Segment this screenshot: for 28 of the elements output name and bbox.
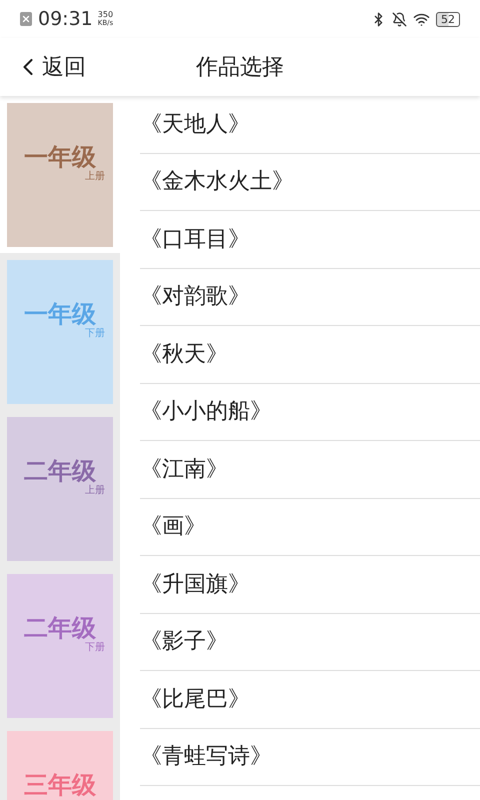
cover-title: 二年级 xyxy=(24,614,96,642)
cover-title: 一年级 xyxy=(24,143,96,171)
work-item[interactable]: 《比尾巴》 xyxy=(140,671,480,728)
work-item[interactable]: 《影子》 xyxy=(140,614,480,671)
clock: 09:31 xyxy=(38,6,93,32)
work-item[interactable]: 《江南》 xyxy=(140,441,480,498)
cover-volume: 上册 xyxy=(85,485,105,497)
work-item[interactable]: 《画》 xyxy=(140,498,480,556)
cover-volume: 下册 xyxy=(85,642,105,654)
work-item[interactable]: 《秋天》 xyxy=(140,326,480,384)
cover-title: 一年级 xyxy=(24,300,96,328)
back-button[interactable]: 返回 xyxy=(14,50,86,84)
cover-volume: 上册 xyxy=(85,171,105,183)
bell-off-icon xyxy=(392,12,407,26)
cover-title: 三年级 xyxy=(24,771,96,799)
page-title: 作品选择 xyxy=(196,54,284,82)
work-item[interactable]: 《青蛙写诗》 xyxy=(140,728,480,786)
work-item[interactable]: 《金木水火土》 xyxy=(140,154,480,211)
notification-icon xyxy=(20,12,32,26)
work-item[interactable]: 《小小的船》 xyxy=(140,384,480,441)
work-item[interactable]: 《口耳目》 xyxy=(140,211,480,268)
cover-volume: 下册 xyxy=(85,328,105,340)
network-speed-value: 350 xyxy=(98,11,114,19)
work-item[interactable]: 《对韵歌》 xyxy=(140,268,480,326)
battery-indicator: 52 xyxy=(436,12,460,26)
cover-title: 二年级 xyxy=(24,457,96,485)
work-item[interactable]: 《天地人》 xyxy=(140,96,480,154)
work-item[interactable]: 《升国旗》 xyxy=(140,556,480,614)
